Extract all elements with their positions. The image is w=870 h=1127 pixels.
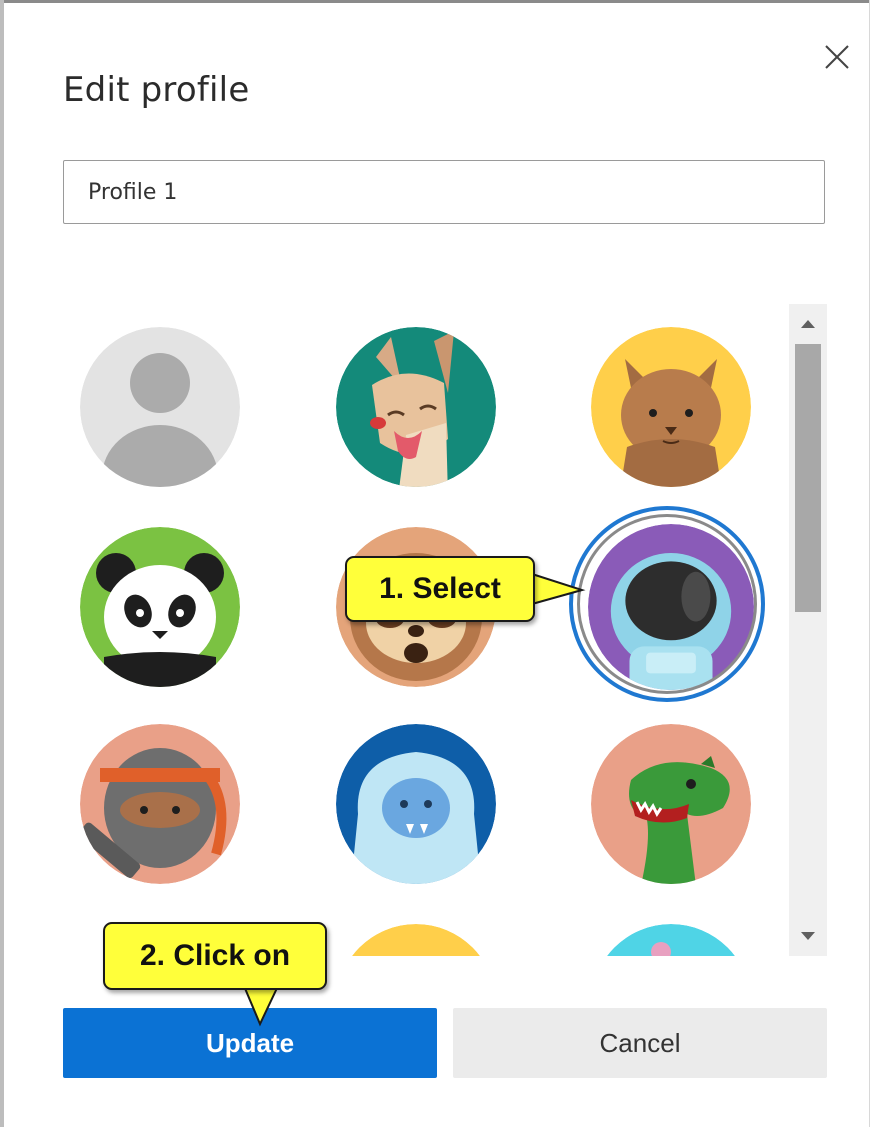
avatar-grid: [63, 304, 789, 956]
avatar-panda[interactable]: [80, 527, 240, 687]
yeti-icon: [336, 724, 496, 884]
arrow-up-icon: [801, 320, 815, 328]
avatar-astronaut[interactable]: [588, 524, 754, 690]
avatar-yellow-icon: [352, 924, 480, 956]
close-button[interactable]: [816, 38, 856, 78]
avatar-dog[interactable]: [336, 327, 496, 487]
avatar-cyan-icon: [607, 924, 735, 956]
avatar-scrollbar[interactable]: [789, 304, 827, 956]
ninja-icon: [80, 724, 240, 884]
dinosaur-icon: [591, 724, 751, 884]
callout-step-2: 2. Click on: [103, 922, 327, 990]
default-person-icon: [80, 327, 240, 487]
scroll-down-button[interactable]: [789, 916, 827, 956]
cat-icon: [591, 327, 751, 487]
arrow-down-icon: [801, 932, 815, 940]
update-button[interactable]: Update: [63, 1008, 437, 1078]
astronaut-icon: [588, 524, 754, 690]
profile-name-input[interactable]: [63, 160, 825, 224]
window-top-border: [0, 0, 870, 3]
scroll-up-button[interactable]: [789, 304, 827, 344]
cancel-button[interactable]: Cancel: [453, 1008, 827, 1078]
dog-icon: [336, 327, 496, 487]
panda-icon: [80, 527, 240, 687]
avatar-default-person[interactable]: [80, 327, 240, 487]
scroll-thumb[interactable]: [795, 344, 821, 612]
dialog-title: Edit profile: [63, 70, 250, 110]
close-icon: [825, 45, 849, 69]
window-left-border: [0, 0, 4, 1127]
avatar-cat[interactable]: [591, 327, 751, 487]
callout-step-1: 1. Select: [345, 556, 535, 622]
avatar-partial-yellow[interactable]: [336, 924, 496, 956]
avatar-dinosaur[interactable]: [591, 724, 751, 884]
avatar-yeti[interactable]: [336, 724, 496, 884]
avatar-ninja[interactable]: [80, 724, 240, 884]
avatar-partial-cyan[interactable]: [591, 924, 751, 956]
